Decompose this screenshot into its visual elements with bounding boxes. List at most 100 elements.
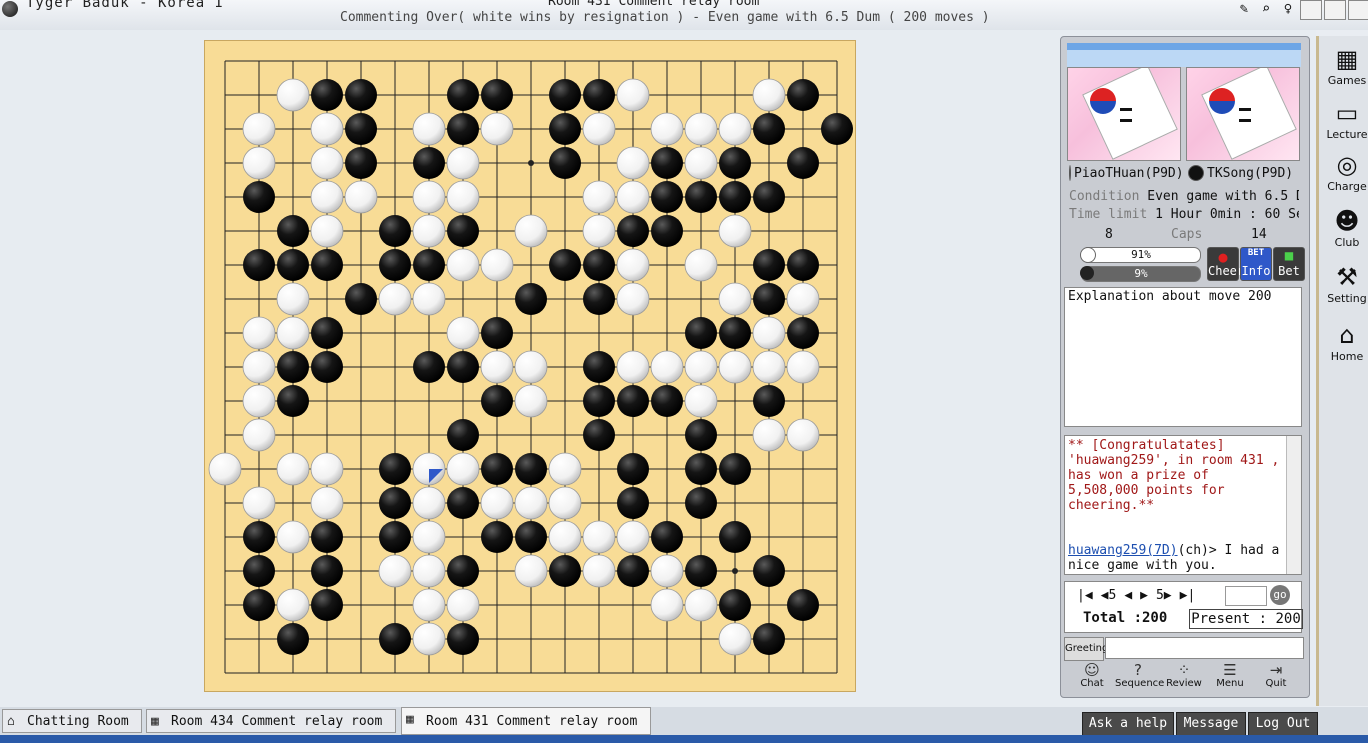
black-player[interactable]: TKSong(P9D) [1188, 165, 1300, 181]
black-stone [719, 453, 751, 485]
black-stone [413, 351, 445, 383]
greeting-input[interactable] [1105, 637, 1304, 659]
cheer-button[interactable]: ● Cheer [1207, 247, 1244, 281]
black-stone [413, 249, 445, 281]
black-stone [243, 555, 275, 587]
white-stone [650, 112, 684, 146]
go-button[interactable]: go [1270, 585, 1290, 605]
sidebar-item-club[interactable]: ☻ Club [1323, 206, 1368, 249]
white-stone [412, 214, 446, 248]
white-stone [684, 146, 718, 180]
caps-label: Caps [1171, 227, 1203, 242]
sidebar-item-setting[interactable]: ⚒ Setting [1323, 262, 1368, 305]
monitor-icon: ▭ [1335, 99, 1359, 127]
app-logo-icon [2, 1, 18, 17]
ask-help-button[interactable]: Ask a help [1082, 712, 1174, 736]
white-stone [412, 622, 446, 656]
board-canvas[interactable] [205, 41, 855, 691]
quit-button[interactable]: ⇥ Quit [1253, 661, 1299, 689]
search-icon[interactable]: ⌕ [1256, 0, 1276, 18]
black-stone [651, 215, 683, 247]
black-stone [243, 249, 275, 281]
back5-button[interactable]: ◀5 [1101, 588, 1117, 603]
black-stone [243, 521, 275, 553]
black-stone [787, 147, 819, 179]
white-stone [752, 78, 786, 112]
bulb-icon[interactable]: ♀ [1278, 0, 1298, 18]
white-stone-icon [1069, 165, 1071, 181]
move-explanation: Explanation about move 200 [1064, 287, 1302, 427]
black-stone [583, 283, 615, 315]
black-stone [277, 215, 309, 247]
prev-move-button[interactable]: ◀ [1124, 588, 1132, 603]
minimize-button[interactable] [1300, 0, 1322, 20]
black-stone [379, 249, 411, 281]
first-move-button[interactable]: |◀ [1077, 588, 1093, 603]
white-stone [514, 350, 548, 384]
white-stone [412, 588, 446, 622]
white-stone [582, 180, 616, 214]
star-point [528, 160, 534, 166]
bet-info-button[interactable]: BET Info [1240, 247, 1272, 281]
white-stone [208, 452, 242, 486]
move-number-input[interactable] [1225, 586, 1267, 606]
black-stone [549, 113, 581, 145]
last-move-button[interactable]: ▶| [1180, 588, 1196, 603]
black-stone [481, 79, 513, 111]
white-stone [412, 282, 446, 316]
black-stone [685, 181, 717, 213]
white-stone [276, 520, 310, 554]
black-stone [651, 147, 683, 179]
sequence-button[interactable]: ? Sequence [1115, 661, 1164, 689]
message-button[interactable]: Message [1176, 712, 1246, 736]
white-stone [514, 486, 548, 520]
tab-room-431[interactable]: ▦ Room 431 Comment relay room [401, 707, 651, 735]
white-player-avatar [1067, 67, 1181, 161]
white-stone [344, 180, 378, 214]
black-stone [447, 79, 479, 111]
white-stone [684, 384, 718, 418]
white-stone [548, 486, 582, 520]
sidebar-item-charge[interactable]: ◎ Charge [1323, 150, 1368, 193]
go-board[interactable] [204, 40, 856, 692]
sidebar-item-lecture[interactable]: ▭ Lecture [1323, 98, 1368, 141]
black-stone [583, 249, 615, 281]
sidebar-item-home[interactable]: ⌂ Home [1323, 320, 1368, 363]
black-stone [753, 623, 785, 655]
white-stone [752, 350, 786, 384]
chat-log[interactable]: ** [Congratulatates] 'huawang259', in ro… [1064, 435, 1302, 575]
sidebar-item-games[interactable]: ▦ Games [1323, 44, 1368, 87]
black-stone [753, 283, 785, 315]
review-button[interactable]: ⁘ Review [1161, 661, 1207, 689]
black-stone [447, 623, 479, 655]
white-cheer-bar: 91% [1080, 247, 1201, 263]
restore-button[interactable] [1324, 0, 1346, 20]
black-captures: 14 [1251, 227, 1267, 242]
toolbar: ☺ Chat ? Sequence ⁘ Review ☰ Menu ⇥ Quit [1069, 661, 1299, 689]
menu-button[interactable]: ☰ Menu [1207, 661, 1253, 689]
black-stone [311, 521, 343, 553]
bet-button[interactable]: ■ Bet [1273, 247, 1305, 281]
white-stone [548, 520, 582, 554]
white-player[interactable]: PiaoTHuan(P9D) [1069, 165, 1181, 181]
chat-button[interactable]: ☺ Chat [1069, 661, 1115, 689]
white-stone [650, 554, 684, 588]
tab-room-434[interactable]: ▦ Room 434 Comment relay room [146, 709, 396, 733]
logout-button[interactable]: Log Out [1248, 712, 1318, 736]
chat-user-link[interactable]: huawang259(7D) [1068, 543, 1178, 558]
tab-chatting-room[interactable]: ⌂ Chatting Room [2, 709, 142, 733]
close-button[interactable] [1348, 0, 1368, 20]
black-stone [549, 147, 581, 179]
white-stone [616, 282, 650, 316]
timelimit-value: 1 Hour 0min : 60 Sec / 5 [1155, 207, 1299, 222]
fwd5-button[interactable]: 5▶ [1156, 588, 1172, 603]
greeting-button[interactable]: Greeting [1064, 637, 1108, 661]
black-stone [277, 623, 309, 655]
next-move-button[interactable]: ▶ [1140, 588, 1148, 603]
condition-value: Even game with 6.5 Dum [1147, 189, 1299, 204]
black-stone [787, 317, 819, 349]
pencil-icon[interactable]: ✎ [1234, 0, 1254, 18]
black-stone [311, 249, 343, 281]
chat-scrollbar[interactable] [1286, 436, 1301, 574]
black-stone [651, 181, 683, 213]
